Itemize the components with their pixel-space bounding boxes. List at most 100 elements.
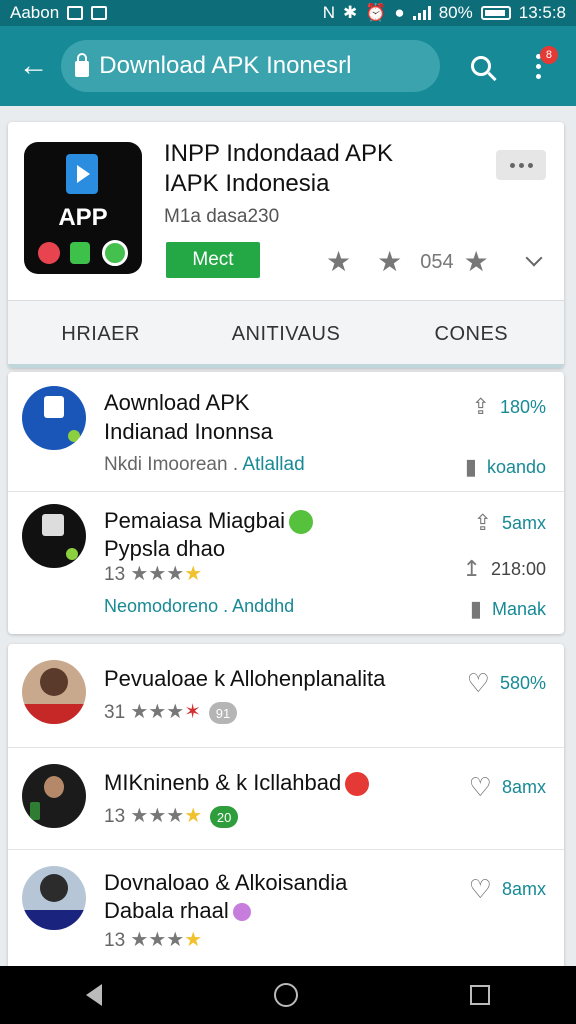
like-count: 580% (499, 673, 546, 693)
location-icon: ● (394, 3, 405, 22)
star-icon: ★ (463, 246, 489, 277)
chevron-down-icon[interactable] (525, 249, 543, 267)
address-text: Download APK Inonesrl (99, 52, 352, 79)
share-icon[interactable]: ⇪ (474, 510, 492, 536)
comment-title-line1: Dovnaloao & Alkoisandia (104, 870, 348, 895)
avatar-hair (40, 668, 68, 696)
comment-icon[interactable]: ▮ (470, 596, 482, 622)
count-pill: 20 (210, 806, 239, 828)
download-count: 218:00 (490, 558, 546, 579)
green-circle-icon (102, 240, 128, 266)
share-icon[interactable]: ⇪ (472, 394, 490, 420)
status-dot-icon (66, 548, 78, 560)
status-dot-icon (68, 430, 80, 442)
green-badge-icon (70, 242, 90, 264)
item-rating: 31 ★★★✶ 91 (104, 702, 237, 724)
item-title-line2: Pypsla dhao (104, 536, 226, 561)
app-thumbnail (22, 386, 86, 450)
install-button[interactable]: Mect (166, 242, 260, 278)
star-icon: ★ (326, 246, 352, 277)
tab-indicator (8, 364, 564, 368)
back-arrow-icon[interactable]: ← (12, 44, 55, 88)
red-star-icon: ✶ (184, 701, 201, 724)
rating-row: ★ ★ 054 ★ (326, 248, 489, 276)
list-item[interactable]: MIKninenb & k Icllahbad 13 ★★★★ 20 ♡ 8amx (8, 748, 564, 850)
app-title-line1: INPP Indondaad APK (164, 140, 394, 167)
avatar-bottle (30, 802, 40, 820)
item-title-line1: Pemaiasa Miagbai (104, 508, 313, 535)
comment-label: Manak (491, 598, 546, 619)
star-gold-icon: ★ (184, 563, 203, 585)
carrier-label: Aabon (10, 3, 60, 22)
alarm-icon: ⏰ (365, 3, 387, 22)
red-badge-icon (38, 242, 60, 264)
comment-title-line2: Dabala rhaal (104, 898, 251, 924)
rating-text: 054 (420, 250, 454, 273)
lock-icon (75, 53, 90, 77)
bluetooth-icon: ✱ (343, 3, 358, 22)
item-comment-stat: ▮ Manak (470, 596, 546, 622)
like-stat: ♡ 8amx (469, 772, 546, 803)
item-link[interactable]: Neomodoreno . Anddhd (104, 596, 294, 617)
item-rating: 13 ★★★★ (104, 930, 202, 952)
avatar-suit (22, 910, 86, 930)
share-count: 5amx (501, 512, 546, 533)
tab-3[interactable]: CONES (379, 323, 564, 346)
share-count: 180% (499, 396, 546, 417)
tab-1[interactable]: HRIAER (8, 323, 193, 346)
count-pill: 91 (208, 702, 237, 724)
app-thumbnail (22, 504, 86, 568)
battery-icon (480, 6, 511, 20)
nav-back-icon[interactable] (86, 984, 102, 1006)
nav-recents-icon[interactable] (470, 985, 490, 1005)
comment-title-text: Dabala rhaal (104, 898, 229, 923)
clock: 13:5:8 (518, 3, 566, 22)
like-stat: ♡ 580% (467, 668, 546, 699)
comment-label: koando (486, 456, 546, 477)
more-options-button[interactable] (496, 150, 546, 180)
comment-icon[interactable]: ▮ (465, 454, 477, 480)
overflow-menu-button[interactable]: 8 (513, 40, 564, 92)
avatar (22, 866, 86, 930)
list-item[interactable]: Dovnaloao & Alkoisandia Dabala rhaal 13 … (8, 850, 564, 974)
heart-icon[interactable]: ♡ (469, 772, 492, 803)
star-gold-icon: ★ (184, 929, 203, 951)
comment-title: Pevualoae k Allohenplanalita (104, 666, 386, 691)
address-bar[interactable]: Download APK Inonesrl (61, 40, 440, 92)
item-title-line2: Indianad Inonnsa (104, 419, 273, 444)
photo-icon (67, 6, 84, 20)
download-list-card: Aownload APK Indianad Inonnsa Nkdi Imoor… (8, 372, 564, 634)
like-stat: ♡ 8amx (469, 874, 546, 905)
heart-icon[interactable]: ♡ (469, 874, 492, 905)
play-icon (66, 154, 98, 194)
nav-home-icon[interactable] (274, 983, 298, 1007)
avatar-hair (40, 874, 68, 902)
app-title-line2: IAPK Indonesia (164, 170, 330, 197)
item-download-stat: ↥ 218:00 (463, 556, 547, 582)
item-subtitle-prefix: Nkdi Imoorean . (104, 454, 243, 475)
list-item[interactable]: Pevualoae k Allohenplanalita 31 ★★★✶ 91 ♡… (8, 644, 564, 748)
item-rating: 13 ★★★★ 20 (104, 806, 239, 828)
app-header-card: APP INPP Indondaad APK IAPK Indonesia M1… (8, 122, 564, 368)
heart-icon[interactable]: ♡ (467, 668, 490, 699)
battery-percent: 80% (438, 3, 473, 22)
item-link[interactable]: Atlallad (242, 454, 304, 475)
heart-eyes-emoji-icon (345, 772, 370, 797)
item-rating: 13 ★★★★ (104, 564, 202, 586)
app-icon: APP (24, 142, 142, 274)
upload-icon: ↥ (462, 556, 481, 581)
search-button[interactable] (456, 40, 507, 92)
star-icon: ★ (377, 246, 403, 277)
avatar-face (44, 776, 64, 798)
app-subtitle: M1a dasa230 (164, 206, 280, 227)
play-icon (44, 396, 64, 418)
comments-list-card: Pevualoae k Allohenplanalita 31 ★★★✶ 91 ♡… (8, 644, 564, 974)
like-count: 8amx (501, 879, 546, 899)
list-item[interactable]: Pemaiasa Miagbai Pypsla dhao 13 ★★★★ Neo… (8, 492, 564, 634)
item-share-stat: ⇪ 5amx (474, 510, 546, 536)
item-subtitle: Nkdi Imoorean . Atlallad (104, 454, 305, 476)
tab-2[interactable]: ANITIVAUS (193, 323, 378, 346)
star-icon: ★★★ (130, 701, 185, 724)
list-item[interactable]: Aownload APK Indianad Inonnsa Nkdi Imoor… (8, 372, 564, 492)
item-title-line1: Aownload APK (104, 390, 250, 415)
